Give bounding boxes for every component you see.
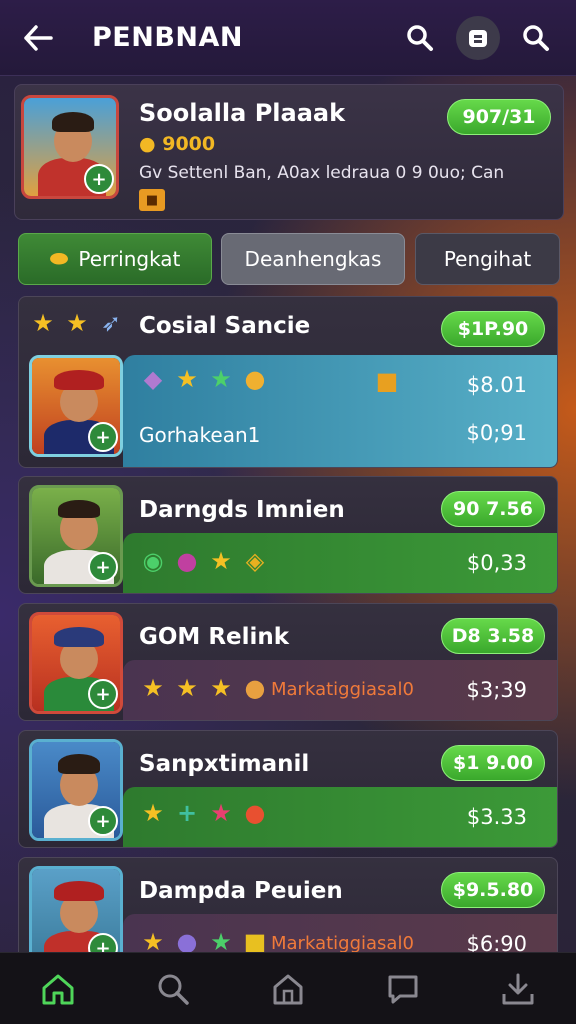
list-item[interactable]: + Darngds Imnien 90 7.56 ◉ ● ★ ◈ $0,33 xyxy=(18,476,558,594)
profile-badge[interactable]: 907/31 xyxy=(447,99,551,135)
chat-icon[interactable] xyxy=(379,965,427,1013)
item-amount: $3.33 xyxy=(466,805,527,829)
star-icon: ★ xyxy=(210,674,232,702)
coin-icon: ⬬ xyxy=(49,246,69,272)
item-amount-top: $8.01 xyxy=(466,373,527,397)
coin-icon: ● xyxy=(244,365,266,393)
star-icon: ★ xyxy=(142,799,164,827)
chest-icon: ■ xyxy=(375,367,399,395)
item-name: Sanpxtimanil xyxy=(139,751,310,777)
list-item[interactable]: ★ ★ ➶ Cosial Sancie $1P.90 + ◆ ★ ★ ● ■ $… xyxy=(18,296,558,468)
star-icon: ★ xyxy=(176,674,198,702)
star-icon: ★ xyxy=(210,547,232,575)
item-amount: $0;91 xyxy=(466,421,527,445)
item-avatar: + xyxy=(29,485,123,587)
feather-icon: ➶ xyxy=(100,309,122,337)
plus-icon: + xyxy=(176,799,198,827)
bottom-nav xyxy=(0,952,576,1024)
back-arrow-icon[interactable] xyxy=(18,18,58,58)
chat-icon: ◉ xyxy=(142,547,164,575)
tab-pengihat[interactable]: Pengihat xyxy=(415,233,560,285)
profile-name: Soolalla Plaaak xyxy=(139,99,346,127)
add-icon: + xyxy=(88,679,118,709)
profile-card: + Soolalla Plaaak ● 9000 Gv Settenl Ban,… xyxy=(14,84,564,220)
top-bar: PENBNAN xyxy=(0,0,576,76)
add-icon: + xyxy=(88,806,118,836)
star-icon: ★ xyxy=(142,674,164,702)
gem-icon: ● xyxy=(176,547,198,575)
coin-icon: ● xyxy=(139,133,156,155)
add-icon: + xyxy=(88,422,118,452)
star-icon: ★ xyxy=(210,799,232,827)
item-avatar: + xyxy=(29,739,123,841)
search-icon[interactable] xyxy=(149,965,197,1013)
tab-perringkat[interactable]: ⬬ Perringkat xyxy=(18,233,212,285)
reward-icons: ◉ ● ★ ◈ xyxy=(139,547,269,575)
reward-icons: ◆ ★ ★ ● xyxy=(139,365,269,393)
coin-icon: ● xyxy=(244,674,266,702)
item-name: Dampda Peuien xyxy=(139,878,343,904)
gem-icon: ◆ xyxy=(143,365,163,393)
coin-balance: ● 9000 xyxy=(139,133,216,155)
item-badge[interactable]: $1 9.00 xyxy=(441,745,545,781)
list-item[interactable]: + GOM Relink D8 3.58 ★ ★ ★ ● Markatiggia… xyxy=(18,603,558,721)
home-icon[interactable] xyxy=(34,965,82,1013)
list-item[interactable]: + Sanpxtimanil $1 9.00 ★ + ★ ● $3.33 xyxy=(18,730,558,848)
page-title: PENBNAN xyxy=(92,22,243,53)
reward-icons: ★ ★ ★ ● xyxy=(139,674,269,702)
item-subtitle: Markatiggiasal0 xyxy=(271,679,414,700)
star-icon: ★ xyxy=(210,365,232,393)
item-name: Darngds Imnien xyxy=(139,497,345,523)
star-icon: ★ xyxy=(66,309,88,337)
search-icon[interactable] xyxy=(514,16,558,60)
rank-icons: ★ ★ ➶ xyxy=(29,309,125,337)
item-avatar: + xyxy=(29,612,123,714)
item-subtitle: Gorhakean1 xyxy=(139,423,261,447)
item-badge[interactable]: 90 7.56 xyxy=(441,491,545,527)
profile-description: Gv Settenl Ban, A0ax ledraua 0 9 0uo; Ca… xyxy=(139,163,505,183)
item-amount: $0,33 xyxy=(466,551,527,575)
tab-deanhengkas[interactable]: Deanhengkas xyxy=(221,233,405,285)
item-subtitle: Markatiggiasal0 xyxy=(271,933,414,954)
item-name: GOM Relink xyxy=(139,624,290,650)
item-avatar: + xyxy=(29,355,123,457)
badge-icon: ◈ xyxy=(245,547,265,575)
reward-icons: ★ + ★ ● xyxy=(139,799,269,827)
bag-icon[interactable] xyxy=(456,15,500,60)
search-icon[interactable] xyxy=(398,16,442,60)
item-badge[interactable]: $1P.90 xyxy=(441,311,545,347)
download-icon[interactable] xyxy=(494,965,542,1013)
house-icon[interactable] xyxy=(264,965,312,1013)
profile-avatar[interactable]: + xyxy=(21,95,119,199)
add-icon: + xyxy=(88,552,118,582)
item-badge[interactable]: D8 3.58 xyxy=(441,618,545,654)
chest-icon: ■ xyxy=(139,189,165,211)
item-amount: $3;39 xyxy=(466,678,527,702)
add-icon: + xyxy=(84,164,114,194)
star-icon: ★ xyxy=(176,365,198,393)
item-name: Cosial Sancie xyxy=(139,313,311,339)
bomb-icon: ● xyxy=(244,799,266,827)
star-icon: ★ xyxy=(32,309,54,337)
item-badge[interactable]: $9.5.80 xyxy=(441,872,545,908)
